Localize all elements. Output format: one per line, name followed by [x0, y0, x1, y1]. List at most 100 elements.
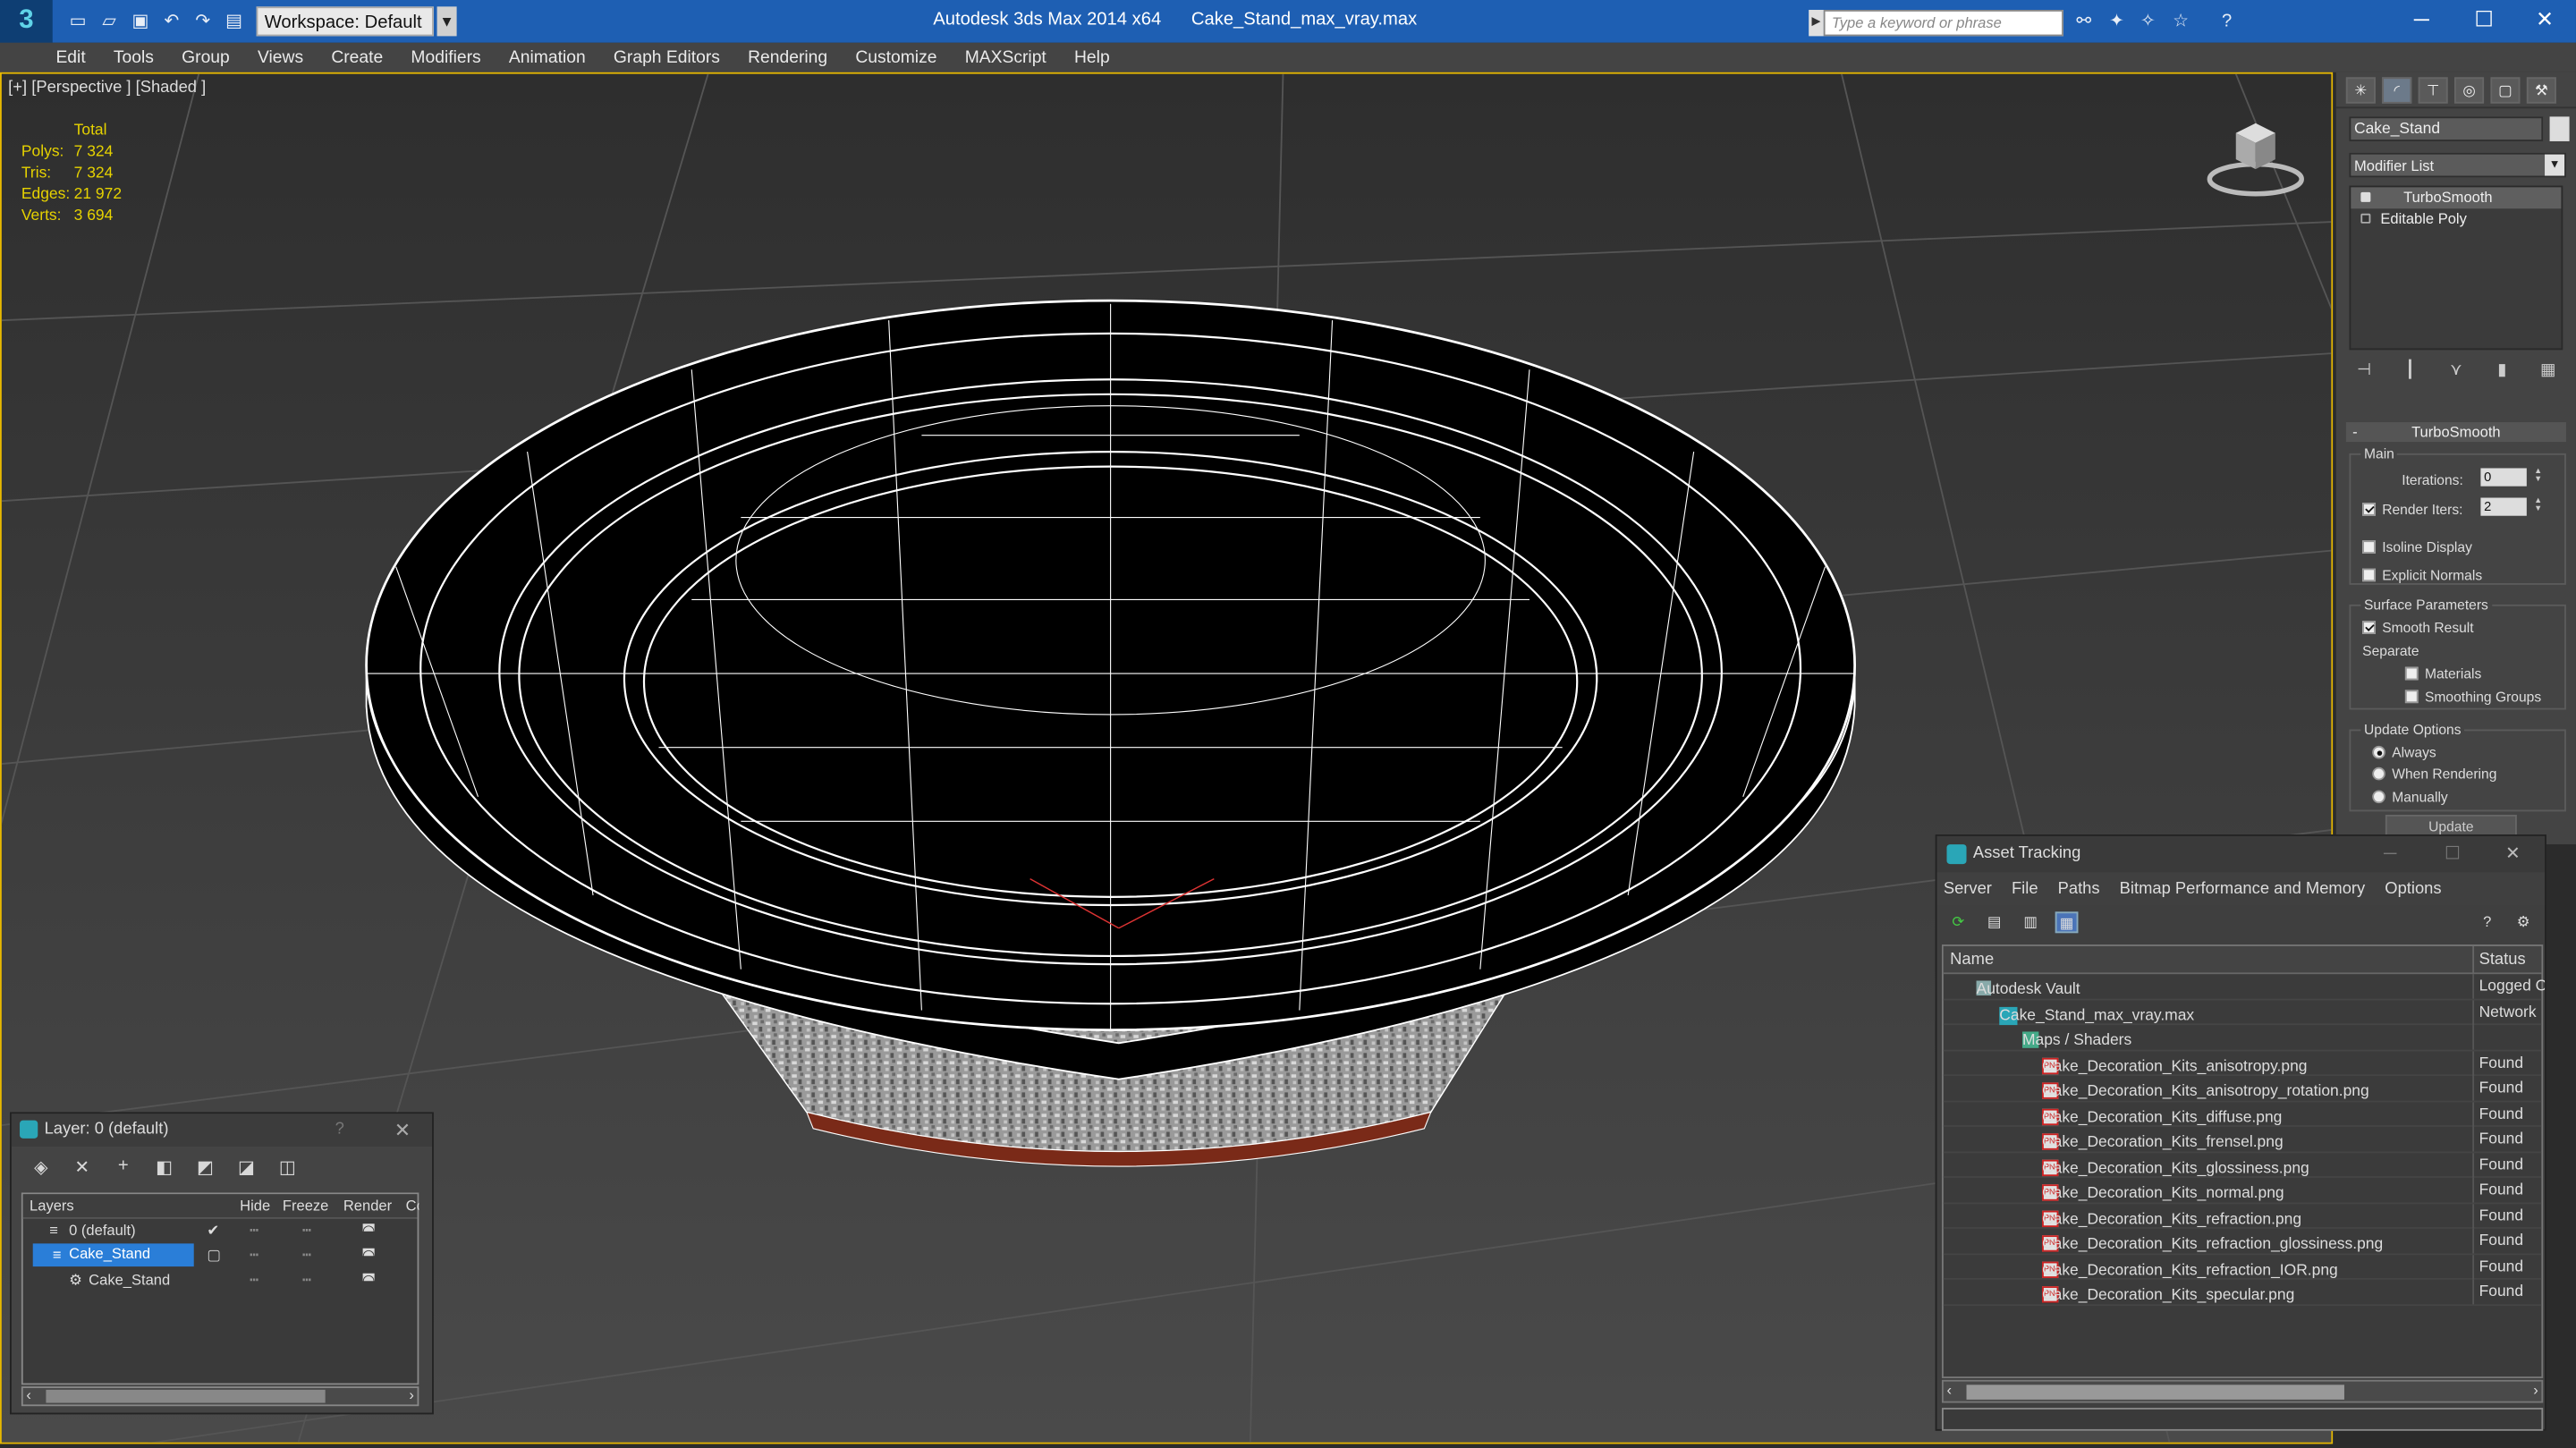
spinner-arrows-icon[interactable]: ▲ ▼ [2533, 497, 2543, 516]
always-radio[interactable] [2372, 745, 2385, 759]
freeze-toggle-icon[interactable]: ┅ [302, 1223, 311, 1241]
render-toggle-icon[interactable]: ◚ [361, 1223, 376, 1241]
when-rendering-radio[interactable] [2372, 766, 2385, 781]
hide-all-icon[interactable]: ◪ [233, 1156, 259, 1177]
asset-row[interactable]: Autodesk Vault Logged O [1943, 974, 2545, 1000]
object-name-field[interactable]: Cake_Stand [2349, 116, 2544, 141]
column-header-status[interactable]: Status [2472, 945, 2526, 975]
highlight-layer-icon[interactable]: ◩ [192, 1156, 218, 1177]
asset-row[interactable]: PNG Cake_Decoration_Kits_refraction_IOR.p… [1943, 1254, 2542, 1280]
hierarchy-tab-icon[interactable]: ⊤ [2418, 76, 2448, 103]
column-header-layers[interactable]: Layers [30, 1198, 74, 1214]
freeze-toggle-icon[interactable]: ┅ [302, 1247, 311, 1265]
smooth-result-checkbox[interactable] [2362, 621, 2376, 634]
hide-toggle-icon[interactable]: ┅ [250, 1223, 258, 1241]
subscription-icon[interactable]: ✦ [2106, 12, 2128, 33]
asset-row[interactable]: PNG Cake_Decoration_Kits_anisotropy.png Fo… [1943, 1050, 2542, 1077]
asset-path-field[interactable] [1941, 1408, 2544, 1431]
app-menu-button[interactable]: 3 [0, 0, 53, 43]
current-layer-box-icon[interactable]: ▢ [207, 1247, 221, 1265]
hide-toggle-icon[interactable]: ┅ [250, 1272, 258, 1290]
render-toggle-icon[interactable]: ◚ [361, 1247, 376, 1265]
create-tab-icon[interactable]: ✳ [2345, 76, 2376, 103]
search-input[interactable]: Type a keyword or phrase [1823, 10, 2063, 37]
help-icon[interactable]: ? [2216, 12, 2238, 33]
motion-tab-icon[interactable]: ◎ [2454, 76, 2485, 103]
render-toggle-icon[interactable]: ◚ [361, 1272, 376, 1290]
menu-bitmap-performance[interactable]: Bitmap Performance and Memory [2120, 880, 2366, 898]
viewport-label[interactable]: [+] [Perspective ] [Shaded ] [8, 79, 206, 97]
communication-center-icon[interactable]: ✧ [2138, 12, 2159, 33]
asset-tracking-titlebar[interactable]: Asset Tracking ─ ☐ ✕ [1936, 835, 2546, 873]
spinner-arrows-icon[interactable]: ▲ ▼ [2533, 468, 2543, 486]
menu-tools[interactable]: Tools [114, 47, 154, 67]
asset-row[interactable]: PNG Cake_Decoration_Kits_frensel.png Found [1943, 1126, 2542, 1153]
render-iters-checkbox[interactable] [2362, 503, 2376, 516]
make-unique-icon[interactable]: ⋎ [2445, 361, 2468, 385]
create-layer-icon[interactable]: ◈ [28, 1156, 54, 1177]
menu-customize[interactable]: Customize [855, 47, 936, 67]
detail-view-icon[interactable]: ▥ [2019, 911, 2042, 933]
menu-file[interactable]: File [2012, 880, 2038, 898]
column-header-render[interactable]: Render [343, 1198, 392, 1214]
search-expand-icon[interactable]: ▶ [1809, 10, 1824, 37]
column-header-hide[interactable]: Hide [240, 1198, 270, 1214]
close-icon[interactable]: ✕ [394, 1114, 411, 1147]
freeze-toggle-icon[interactable]: ┅ [302, 1272, 311, 1290]
layer-row[interactable]: ≡ 0 (default) ✔ ┅ ┅ ◚ [23, 1219, 418, 1244]
bulb-icon[interactable] [2360, 191, 2371, 202]
open-file-icon[interactable]: ▱ [97, 9, 122, 34]
asset-row[interactable]: PNG Cake_Decoration_Kits_normal.png Found [1943, 1177, 2542, 1204]
configure-sets-icon[interactable]: ▦ [2537, 361, 2560, 385]
stack-item-turbosmooth[interactable]: TurboSmooth [2351, 187, 2562, 209]
scrollbar-thumb[interactable] [46, 1389, 326, 1403]
expand-icon[interactable] [2360, 213, 2371, 224]
asset-row[interactable]: PNG Cake_Decoration_Kits_specular.png Foun… [1943, 1279, 2542, 1306]
menu-views[interactable]: Views [258, 47, 303, 67]
add-to-layer-icon[interactable]: + [110, 1156, 136, 1176]
modify-tab-icon[interactable]: ◜ [2382, 76, 2412, 103]
scroll-right-icon[interactable]: › [409, 1386, 414, 1402]
save-file-icon[interactable]: ▣ [128, 9, 153, 34]
scrollbar-thumb[interactable] [1966, 1384, 2344, 1400]
current-layer-check-icon[interactable]: ✔ [207, 1223, 219, 1241]
render-iters-spinner[interactable]: 2 [2480, 497, 2527, 516]
asset-row[interactable]: PNG Cake_Decoration_Kits_refraction.png Fo… [1943, 1203, 2542, 1229]
stack-item-editable-poly[interactable]: Editable Poly [2351, 208, 2561, 230]
menu-options[interactable]: Options [2385, 880, 2441, 898]
favorites-star-icon[interactable]: ☆ [2170, 12, 2191, 33]
menu-help[interactable]: Help [1074, 47, 1110, 67]
column-header-color[interactable]: Co [406, 1198, 419, 1214]
maximize-button[interactable]: ☐ [2453, 0, 2515, 43]
isoline-checkbox[interactable] [2362, 540, 2376, 554]
viewcube-icon[interactable] [2203, 114, 2309, 199]
layer-row-selected[interactable]: Cake_Stand ≡ ▢ ┅ ┅ ◚ [23, 1243, 418, 1268]
show-end-result-icon[interactable]: ┃ [2399, 361, 2422, 385]
redo-icon[interactable]: ↷ [191, 9, 216, 34]
materials-checkbox[interactable] [2404, 666, 2419, 681]
menu-server[interactable]: Server [1944, 880, 1992, 898]
delete-layer-icon[interactable]: ✕ [69, 1156, 95, 1177]
modifier-list-dropdown[interactable]: Modifier List ▼ [2349, 152, 2566, 178]
asset-row[interactable]: PNG Cake_Decoration_Kits_diffuse.png Found [1943, 1101, 2542, 1127]
close-button[interactable]: ✕ [2513, 0, 2576, 43]
asset-row[interactable]: PNG Cake_Decoration_Kits_refraction_gloss… [1943, 1228, 2542, 1255]
asset-row[interactable]: Maps / Shaders [1943, 1025, 2542, 1051]
manually-radio[interactable] [2372, 790, 2385, 804]
menu-modifiers[interactable]: Modifiers [411, 47, 480, 67]
object-color-swatch[interactable] [2549, 116, 2570, 141]
refresh-icon[interactable]: ⟳ [1946, 911, 1970, 933]
hide-toggle-icon[interactable]: ┅ [250, 1247, 258, 1265]
column-header-name[interactable]: Name [1950, 951, 1994, 969]
table-view-icon[interactable]: ▦ [2055, 911, 2079, 934]
explicit-normals-checkbox[interactable] [2362, 568, 2376, 582]
smoothing-groups-checkbox[interactable] [2404, 690, 2419, 704]
display-tab-icon[interactable]: ▢ [2490, 76, 2521, 103]
asset-row[interactable]: Cake_Stand_max_vray.max Network [1943, 999, 2542, 1026]
asset-row[interactable]: PNG Cake_Decoration_Kits_anisotropy_rotat… [1943, 1076, 2542, 1102]
layer-dialog-titlebar[interactable]: Layer: 0 (default) ? ✕ [11, 1114, 433, 1147]
menu-create[interactable]: Create [331, 47, 383, 67]
menu-paths[interactable]: Paths [2058, 880, 2100, 898]
column-header-freeze[interactable]: Freeze [283, 1198, 328, 1214]
asset-horizontal-scrollbar[interactable]: ‹ › [1941, 1379, 2544, 1403]
